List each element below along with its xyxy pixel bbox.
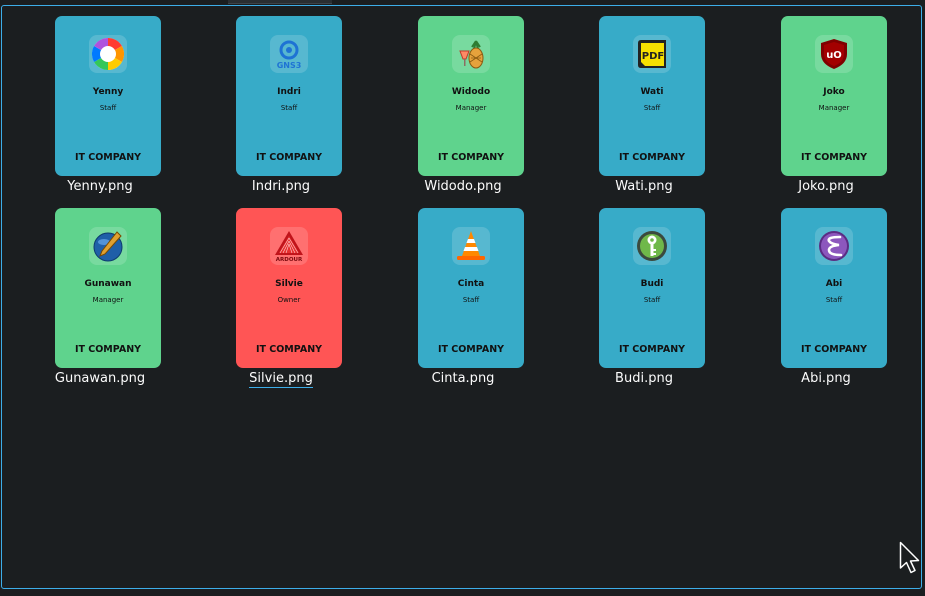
tab-indicator bbox=[228, 0, 332, 4]
id-card-thumbnail: PDF Wati Staff IT COMPANY bbox=[599, 16, 705, 176]
card-name: Silvie bbox=[275, 279, 303, 289]
card-role: Staff bbox=[643, 296, 661, 304]
ardour-icon: ARDOUR bbox=[270, 227, 308, 265]
card-role: Staff bbox=[99, 104, 117, 112]
file-name-label[interactable]: Gunawan.png bbox=[30, 371, 170, 386]
card-name: Abi bbox=[825, 279, 843, 289]
pen-orb-icon bbox=[89, 227, 127, 265]
mouse-pointer-icon bbox=[899, 541, 921, 579]
vlc-cone-icon bbox=[452, 227, 490, 265]
card-name: Cinta bbox=[457, 279, 485, 289]
file-name-label[interactable]: Wati.png bbox=[574, 179, 714, 194]
card-role: Owner bbox=[277, 296, 301, 304]
file-item-budi[interactable]: Budi Staff IT COMPANY Budi.png bbox=[574, 208, 714, 392]
file-icon-view[interactable]: Yenny Staff IT COMPANY Yenny.png GNS3 In… bbox=[1, 5, 922, 589]
gns3-icon: GNS3 bbox=[270, 35, 308, 73]
card-name: Gunawan bbox=[84, 279, 132, 289]
file-item-joko[interactable]: uO Joko Manager IT COMPANY Joko.png bbox=[756, 16, 896, 200]
keepassxc-key-icon bbox=[633, 227, 671, 265]
id-card-thumbnail: Abi Staff IT COMPANY bbox=[781, 208, 887, 368]
card-name: Joko bbox=[823, 87, 845, 97]
file-item-abi[interactable]: Abi Staff IT COMPANY Abi.png bbox=[756, 208, 896, 392]
id-card-thumbnail: ARDOUR Silvie Owner IT COMPANY bbox=[236, 208, 342, 368]
card-role: Manager bbox=[92, 296, 124, 304]
svg-text:PDF: PDF bbox=[642, 51, 664, 62]
id-card-thumbnail: Widodo Manager IT COMPANY bbox=[418, 16, 524, 176]
file-item-indri[interactable]: GNS3 Indri Staff IT COMPANY Indri.png bbox=[211, 16, 351, 200]
card-role: Staff bbox=[280, 104, 298, 112]
file-name-label[interactable]: Cinta.png bbox=[393, 371, 533, 386]
file-name-label[interactable]: Abi.png bbox=[756, 371, 896, 386]
svg-text:GNS3: GNS3 bbox=[277, 61, 302, 70]
card-name: Widodo bbox=[451, 87, 491, 97]
card-company: IT COMPANY bbox=[255, 344, 323, 355]
file-name-label[interactable]: Joko.png bbox=[756, 179, 896, 194]
emacs-icon bbox=[815, 227, 853, 265]
id-card-thumbnail: GNS3 Indri Staff IT COMPANY bbox=[236, 16, 342, 176]
ublock-shield-icon: uO bbox=[815, 35, 853, 73]
file-name-label[interactable]: Silvie.png bbox=[211, 371, 351, 388]
id-card-thumbnail: Yenny Staff IT COMPANY bbox=[55, 16, 161, 176]
card-company: IT COMPANY bbox=[618, 152, 686, 163]
card-name: Indri bbox=[277, 87, 301, 97]
card-company: IT COMPANY bbox=[800, 344, 868, 355]
color-wheel-icon bbox=[89, 35, 127, 73]
card-company: IT COMPANY bbox=[800, 152, 868, 163]
file-item-widodo[interactable]: Widodo Manager IT COMPANY Widodo.png bbox=[393, 16, 533, 200]
card-company: IT COMPANY bbox=[618, 344, 686, 355]
card-name: Yenny bbox=[92, 87, 124, 97]
file-item-silvie[interactable]: ARDOUR Silvie Owner IT COMPANY Silvie.pn… bbox=[211, 208, 351, 392]
card-role: Staff bbox=[643, 104, 661, 112]
card-company: IT COMPANY bbox=[74, 344, 142, 355]
card-company: IT COMPANY bbox=[437, 152, 505, 163]
card-role: Staff bbox=[462, 296, 480, 304]
file-item-wati[interactable]: PDF Wati Staff IT COMPANY Wati.png bbox=[574, 16, 714, 200]
card-name: Budi bbox=[640, 279, 664, 289]
card-company: IT COMPANY bbox=[255, 152, 323, 163]
file-item-cinta[interactable]: Cinta Staff IT COMPANY Cinta.png bbox=[393, 208, 533, 392]
file-item-gunawan[interactable]: Gunawan Manager IT COMPANY Gunawan.png bbox=[30, 208, 170, 392]
card-role: Manager bbox=[455, 104, 487, 112]
card-role: Staff bbox=[825, 296, 843, 304]
file-name-label[interactable]: Indri.png bbox=[211, 179, 351, 194]
pdf-icon: PDF bbox=[633, 35, 671, 73]
id-card-thumbnail: Cinta Staff IT COMPANY bbox=[418, 208, 524, 368]
file-item-yenny[interactable]: Yenny Staff IT COMPANY Yenny.png bbox=[30, 16, 170, 200]
file-name-label[interactable]: Budi.png bbox=[574, 371, 714, 386]
svg-text:uO: uO bbox=[826, 50, 842, 61]
file-name-label[interactable]: Yenny.png bbox=[30, 179, 170, 194]
svg-text:ARDOUR: ARDOUR bbox=[276, 257, 303, 263]
id-card-thumbnail: Gunawan Manager IT COMPANY bbox=[55, 208, 161, 368]
card-company: IT COMPANY bbox=[437, 344, 505, 355]
card-company: IT COMPANY bbox=[74, 152, 142, 163]
id-card-thumbnail: Budi Staff IT COMPANY bbox=[599, 208, 705, 368]
id-card-thumbnail: uO Joko Manager IT COMPANY bbox=[781, 16, 887, 176]
card-role: Manager bbox=[818, 104, 850, 112]
card-name: Wati bbox=[640, 87, 664, 97]
file-name-label[interactable]: Widodo.png bbox=[393, 179, 533, 194]
pineapple-icon bbox=[452, 35, 490, 73]
